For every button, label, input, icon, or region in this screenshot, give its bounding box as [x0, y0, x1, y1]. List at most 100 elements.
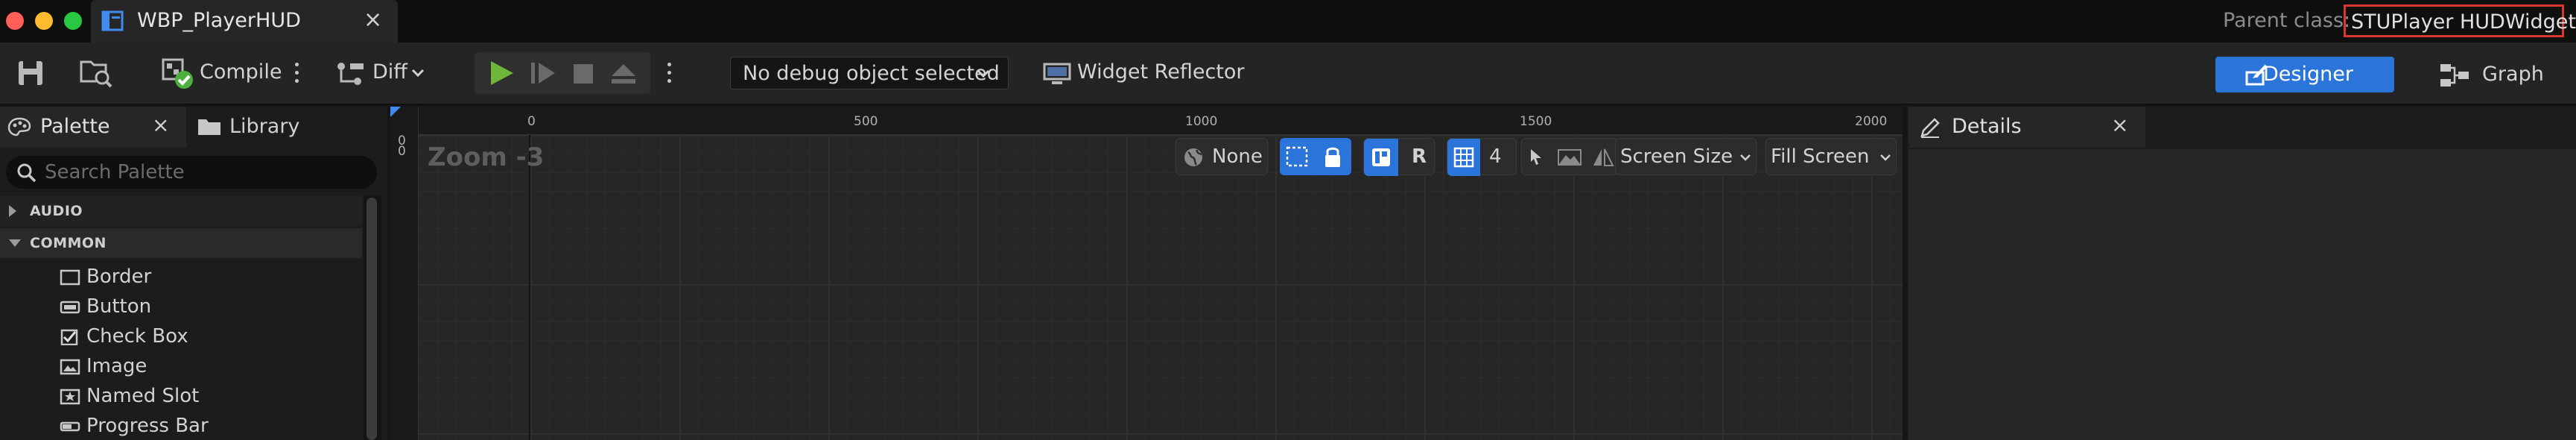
- screen-size-dropdown[interactable]: Screen Size: [1615, 138, 1757, 175]
- compile-icon[interactable]: [161, 57, 195, 91]
- palette-scrollbar-thumb[interactable]: [367, 198, 377, 440]
- palette-item-label: Border: [86, 265, 152, 288]
- layout-transform-button[interactable]: [1364, 139, 1398, 176]
- folder-icon: [198, 119, 221, 135]
- palette-item-border[interactable]: Border: [60, 262, 358, 292]
- horizontal-ruler: 0 500 1000 1500 2000: [390, 107, 1903, 135]
- dashed-box-icon: [1286, 146, 1308, 167]
- window-close-button[interactable]: [6, 12, 24, 30]
- screen-size-label: Screen Size: [1620, 145, 1733, 168]
- palette-item-image[interactable]: Image: [60, 351, 358, 381]
- localization-label: None: [1212, 145, 1263, 168]
- step-forward-icon[interactable]: [530, 61, 556, 85]
- category-label: COMMON: [30, 235, 107, 251]
- palette-item-button[interactable]: Button: [60, 292, 358, 321]
- grid-snap-toggle[interactable]: [1447, 139, 1480, 176]
- canvas-origin-line-vertical: [529, 135, 530, 440]
- graph-mode-button[interactable]: Graph: [2436, 57, 2555, 92]
- checkbox-icon: [60, 329, 78, 345]
- named-slot-icon: [60, 389, 80, 405]
- selection-tools-group: [1521, 138, 1618, 175]
- palette-icon: [7, 117, 31, 136]
- ruler-tick: 2000: [1855, 114, 1888, 129]
- zoom-level-label: Zoom -3: [428, 142, 545, 172]
- document-tab-title: WBP_PlayerHUD: [137, 9, 301, 32]
- details-tab-label: Details: [1952, 115, 2022, 138]
- details-panel: Details ×: [1907, 107, 2576, 440]
- grid-icon: [1453, 147, 1474, 168]
- compile-options-icon[interactable]: [295, 63, 299, 87]
- category-label: AUDIO: [30, 203, 83, 219]
- browse-icon[interactable]: [79, 57, 113, 89]
- diff-icon[interactable]: [335, 60, 367, 87]
- save-icon[interactable]: [16, 59, 45, 87]
- category-common[interactable]: COMMON: [0, 228, 362, 258]
- localization-preview-button[interactable]: None: [1176, 138, 1268, 175]
- chevron-right-icon: [9, 205, 16, 217]
- details-body: [1909, 149, 2576, 440]
- fill-screen-dropdown[interactable]: Fill Screen: [1766, 138, 1897, 175]
- tab-library[interactable]: Library: [188, 107, 387, 148]
- palette-item-named-slot[interactable]: Named Slot: [60, 381, 358, 411]
- respect-locks-toggle[interactable]: [1280, 138, 1351, 175]
- globe-icon: [1184, 148, 1202, 166]
- parent-class-link[interactable]: STUPlayer HUDWidget: [2344, 4, 2576, 37]
- image-icon: [60, 359, 80, 375]
- ruler-origin-marker: [390, 107, 401, 117]
- title-bar: WBP_PlayerHUD × Parent class: STUPlayer …: [0, 0, 2576, 43]
- palette-item-progress-bar[interactable]: Progress Bar: [60, 411, 358, 440]
- category-audio[interactable]: AUDIO: [0, 196, 362, 226]
- palette-item-check-box[interactable]: Check Box: [60, 321, 358, 351]
- vertical-ruler: 0 0: [390, 107, 419, 440]
- search-icon: [17, 163, 37, 183]
- window-maximize-button[interactable]: [64, 12, 82, 30]
- palette-tab-label: Palette: [40, 115, 110, 138]
- debug-object-label: No debug object selected: [743, 62, 1000, 85]
- ruler-tick: 1500: [1520, 114, 1552, 129]
- grid-snap-value[interactable]: 4: [1489, 145, 1502, 168]
- compile-button-label[interactable]: Compile: [200, 60, 282, 84]
- designer-mode-button[interactable]: Designer: [2215, 57, 2394, 92]
- widget-reflector-label[interactable]: Widget Reflector: [1077, 60, 1245, 84]
- play-icon[interactable]: [488, 60, 516, 87]
- button-icon: [60, 301, 80, 314]
- play-controls: [475, 52, 650, 94]
- ruler-tick: 0: [527, 114, 536, 129]
- debug-object-dropdown[interactable]: No debug object selected: [730, 57, 1009, 89]
- document-tab[interactable]: WBP_PlayerHUD ×: [91, 0, 398, 43]
- cursor-icon[interactable]: [1526, 148, 1546, 167]
- screen-size-chevron-down-icon: [1740, 154, 1751, 161]
- play-options-icon[interactable]: [667, 63, 672, 87]
- widget-reflector-icon[interactable]: [1043, 62, 1071, 86]
- palette-search-box: [6, 156, 377, 189]
- stop-icon[interactable]: [573, 63, 594, 84]
- details-tab-close-icon[interactable]: ×: [2111, 113, 2128, 137]
- palette-item-label: Progress Bar: [86, 415, 209, 437]
- transform-mode-group: R: [1363, 138, 1435, 176]
- border-icon: [60, 269, 80, 286]
- fill-screen-chevron-down-icon: [1880, 154, 1891, 161]
- ruler-tick: 1000: [1185, 114, 1218, 129]
- palette-tab-close-icon[interactable]: ×: [152, 113, 169, 137]
- designer-canvas[interactable]: 0 500 1000 1500 2000 0 0 Zoom -3 None R …: [390, 107, 1903, 440]
- search-palette-input[interactable]: [45, 159, 365, 186]
- document-tab-close-icon[interactable]: ×: [364, 7, 382, 33]
- palette-item-label: Image: [86, 355, 147, 377]
- tab-details[interactable]: Details ×: [1909, 107, 2145, 148]
- tab-palette[interactable]: Palette ×: [0, 107, 186, 148]
- ruler-tick: 500: [854, 114, 878, 129]
- palette-item-label: Check Box: [86, 325, 188, 348]
- debug-chevron-down-icon: [977, 69, 990, 78]
- render-transform-button[interactable]: R: [1412, 145, 1427, 168]
- layout-transform-icon: [1372, 148, 1390, 166]
- diff-chevron-down-icon[interactable]: [411, 69, 425, 78]
- grid-snap-group: 4: [1447, 138, 1517, 176]
- eject-icon[interactable]: [610, 63, 637, 85]
- flip-icon[interactable]: [1592, 147, 1614, 168]
- background-image-icon[interactable]: [1558, 149, 1582, 166]
- window-minimize-button[interactable]: [35, 12, 53, 30]
- ruler-tick: 0: [398, 144, 406, 159]
- lock-icon: [1325, 147, 1340, 167]
- fill-screen-label: Fill Screen: [1771, 145, 1870, 168]
- diff-button-label[interactable]: Diff: [372, 60, 407, 84]
